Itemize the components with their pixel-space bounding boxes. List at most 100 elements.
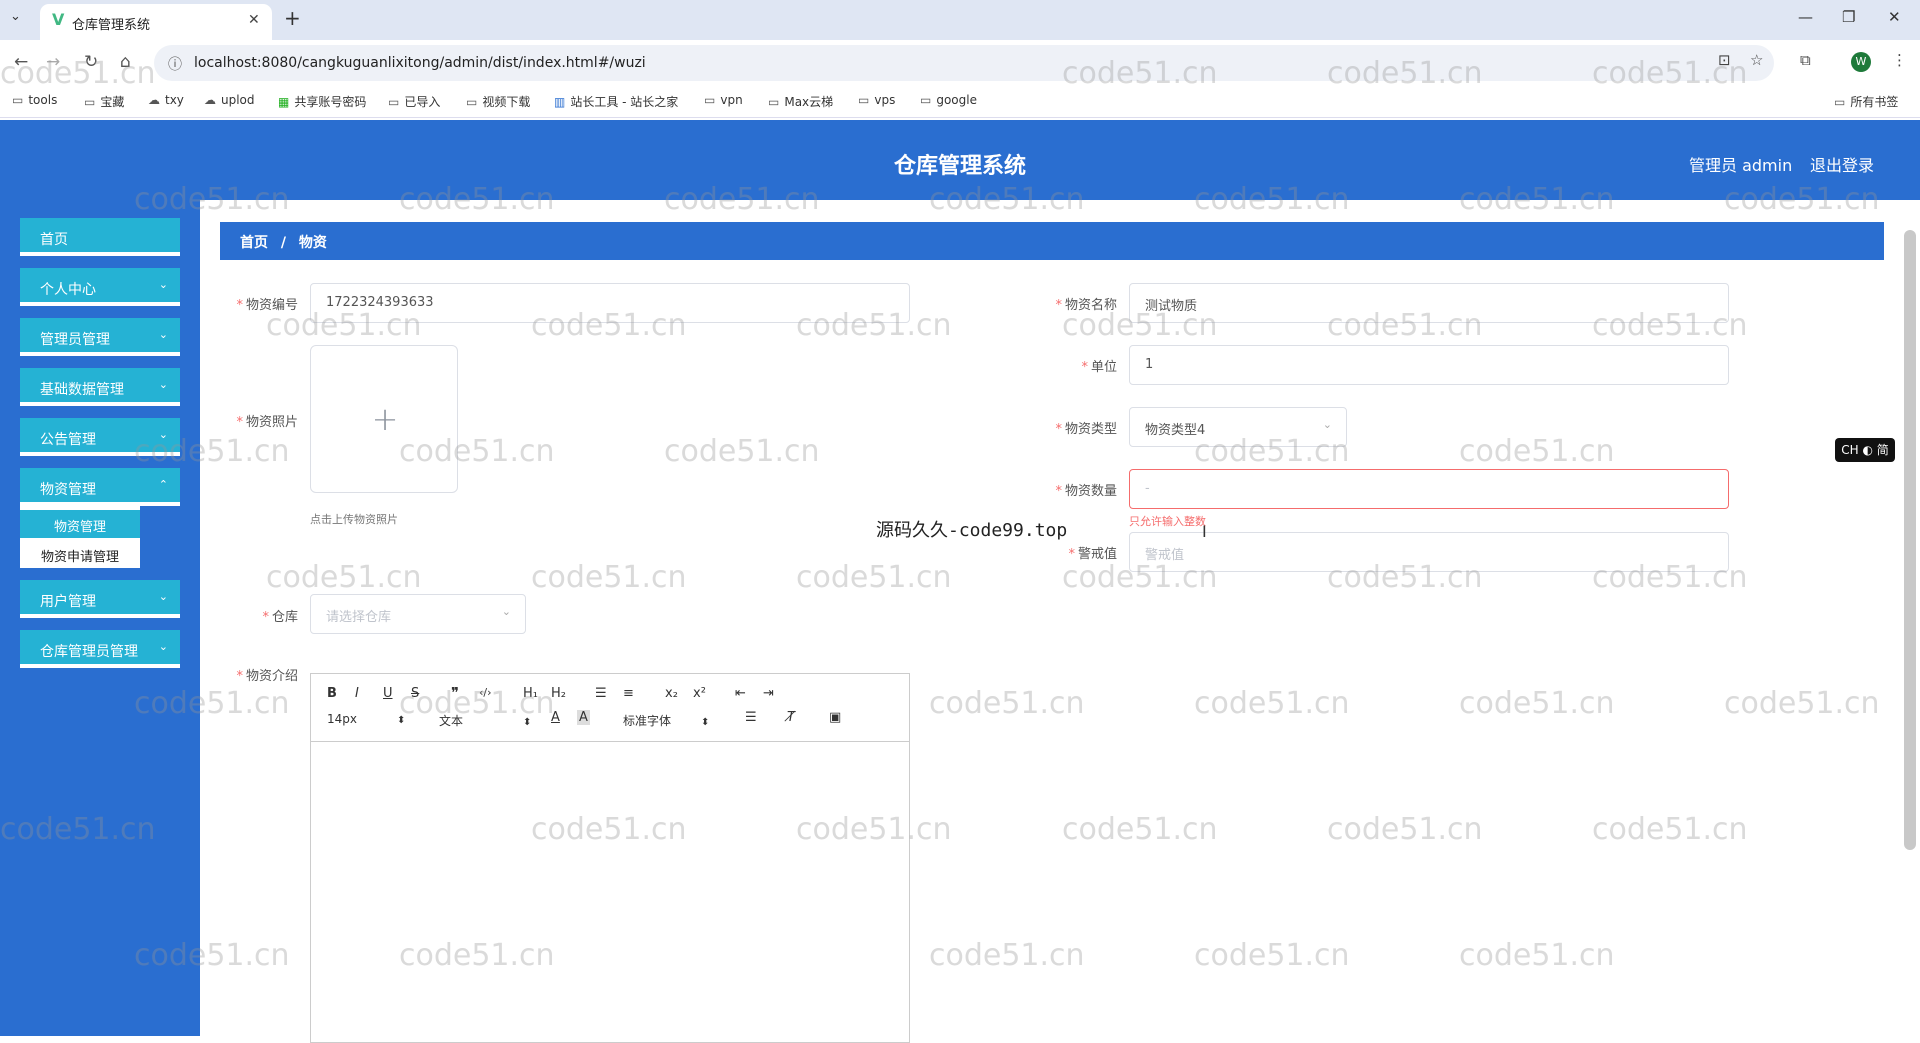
chevron-down-icon: ⌄ [158,640,168,653]
reload-icon[interactable]: ↻ [84,52,98,72]
screenshot-icon[interactable]: ⊡ [1718,51,1731,69]
bookmark-item[interactable]: ▭ google [920,93,977,107]
sidebar-item-warehouse-admins[interactable]: 仓库管理员管理 ⌄ [20,630,180,668]
name-field[interactable]: 测试物质 [1129,283,1729,323]
tab-list-icon[interactable]: ⌄ [10,9,21,24]
extensions-icon[interactable]: ⧉ [1800,51,1811,69]
cloud-icon: ☁ [148,93,160,107]
h1-button[interactable]: H₁ [523,686,538,701]
browser-tab-bar: ⌄ V 仓库管理系统 ✕ + — ❐ ✕ [0,0,1920,40]
qty-error: 只允许输入整数 [1129,515,1206,528]
chevron-down-icon: ⌄ [158,378,168,391]
logout-link[interactable]: 退出登录 [1810,152,1874,176]
sidebar-item-admins[interactable]: 管理员管理 ⌄ [20,318,180,356]
submenu-item-materials[interactable]: 物资管理 [20,510,140,538]
clear-format-icon[interactable]: T̸ [787,710,795,725]
bookmark-item[interactable]: ▭ 已导入 [388,93,440,110]
image-icon[interactable]: ▣ [829,710,841,725]
restore-icon[interactable]: ❐ [1842,8,1855,26]
font-family-select[interactable]: 标准字体 ⬍ [623,712,709,729]
bookmark-item[interactable]: ▭ vps [858,93,895,107]
warehouse-select[interactable]: 请选择仓库 ⌄ [310,594,526,634]
superscript-button[interactable]: x² [693,686,706,701]
all-bookmarks[interactable]: ▭ 所有书签 [1834,93,1898,110]
close-window-icon[interactable]: ✕ [1888,8,1901,26]
folder-icon: ▭ [858,93,870,107]
site-info-icon[interactable]: ⓘ [168,54,182,74]
home-icon[interactable]: ⌂ [120,52,131,72]
rich-text-editor[interactable]: B I U S ❞ ‹/› H₁ H₂ ☰ ≡ x₂ x² ⇤ ⇥ 14px ⬍ … [310,673,910,1043]
bookmark-item[interactable]: ▭ tools [12,93,57,107]
vue-favicon-icon: V [52,10,65,29]
align-icon[interactable]: ☰ [745,710,757,725]
browser-tab[interactable]: V 仓库管理系统 ✕ [40,4,272,40]
chevron-up-icon: ⌃ [158,478,168,491]
code-button[interactable]: ‹/› [479,686,492,699]
sidebar-item-users[interactable]: 用户管理 ⌄ [20,580,180,618]
ordered-list-button[interactable]: ☰ [595,686,607,701]
sidebar-item-profile[interactable]: 个人中心 ⌄ [20,268,180,306]
bookmark-item[interactable]: ▭ 宝藏 [84,93,124,110]
folder-icon: ▭ [704,93,716,107]
strike-button[interactable]: S [411,686,419,701]
folder-icon: ▭ [1834,95,1846,109]
unit-field[interactable]: 1 [1129,345,1729,385]
bookmark-item[interactable]: ▥ 站长工具 - 站长之家 [554,93,678,110]
minimize-icon[interactable]: — [1798,8,1813,26]
font-size-select[interactable]: 14px ⬍ [327,712,405,726]
bookmark-star-icon[interactable]: ☆ [1750,51,1763,69]
ime-indicator[interactable]: CH ◐ 简 [1835,438,1895,462]
back-icon[interactable]: ← [14,52,28,72]
bookmark-item[interactable]: ▭ 视频下载 [466,93,530,110]
bullet-list-button[interactable]: ≡ [623,686,634,701]
cloud-icon: ☁ [204,93,216,107]
current-user: 管理员 admin [1689,156,1793,175]
warn-label: * 警戒值 [1068,547,1117,562]
text-type-select[interactable]: 文本 ⬍ [439,712,531,729]
font-color-icon[interactable]: A [551,710,560,725]
indent-button[interactable]: ⇥ [763,686,774,701]
close-tab-icon[interactable]: ✕ [248,12,260,28]
sheet-icon: ▦ [278,95,290,109]
type-select[interactable]: 物资类型4 ⌄ [1129,407,1347,447]
photo-upload[interactable]: + [310,345,458,493]
forward-icon[interactable]: → [46,52,60,72]
menu-dots-icon[interactable]: ⋮ [1892,51,1907,69]
bookmark-item[interactable]: ☁ txy [148,93,184,107]
quote-button[interactable]: ❞ [451,684,459,702]
bold-button[interactable]: B [327,686,337,701]
updown-icon: ⬍ [397,715,406,726]
intro-label: * 物资介绍 [236,669,298,684]
sidebar-item-materials[interactable]: 物资管理 ⌃ [20,468,180,506]
code-field[interactable]: 1722324393633 [310,283,910,323]
chevron-down-icon: ⌄ [158,278,168,291]
outdent-button[interactable]: ⇤ [735,686,746,701]
editor-toolbar: B I U S ❞ ‹/› H₁ H₂ ☰ ≡ x₂ x² ⇤ ⇥ 14px ⬍ … [311,674,909,742]
qty-field[interactable]: - [1129,469,1729,509]
underline-button[interactable]: U [383,686,393,701]
breadcrumb-current: 物资 [298,235,327,251]
scrollbar[interactable] [1904,230,1916,850]
address-bar[interactable]: ⓘ localhost:8080/cangkuguanlixitong/admi… [154,45,1774,81]
overlay-text: 源码久久-code99.top [876,520,1068,541]
warn-field[interactable]: 警戒值 [1129,532,1729,572]
updown-icon: ⬍ [523,717,532,728]
sidebar-item-basedata[interactable]: 基础数据管理 ⌄ [20,368,180,406]
new-tab-icon[interactable]: + [284,6,301,30]
bookmark-item[interactable]: ☁ uplod [204,93,255,107]
bookmark-item[interactable]: ▦ 共享账号密码 [278,93,366,110]
sidebar-item-notices[interactable]: 公告管理 ⌄ [20,418,180,456]
subscript-button[interactable]: x₂ [665,686,678,701]
h2-button[interactable]: H₂ [551,686,566,701]
bookmark-item[interactable]: ▭ vpn [704,93,743,107]
profile-avatar[interactable]: W [1851,52,1871,72]
submenu-item-material-requests[interactable]: 物资申请管理 [20,540,140,568]
bookmark-item[interactable]: ▭ Max云梯 [768,93,833,110]
background-color-icon[interactable]: A [577,710,590,725]
sidebar-item-home[interactable]: 首页 [20,218,180,256]
italic-button[interactable]: I [355,686,359,701]
url-text: localhost:8080/cangkuguanlixitong/admin/… [194,55,646,71]
breadcrumb-home[interactable]: 首页 [240,235,268,251]
photo-hint: 点击上传物资照片 [310,513,398,526]
chart-icon: ▥ [554,95,566,109]
